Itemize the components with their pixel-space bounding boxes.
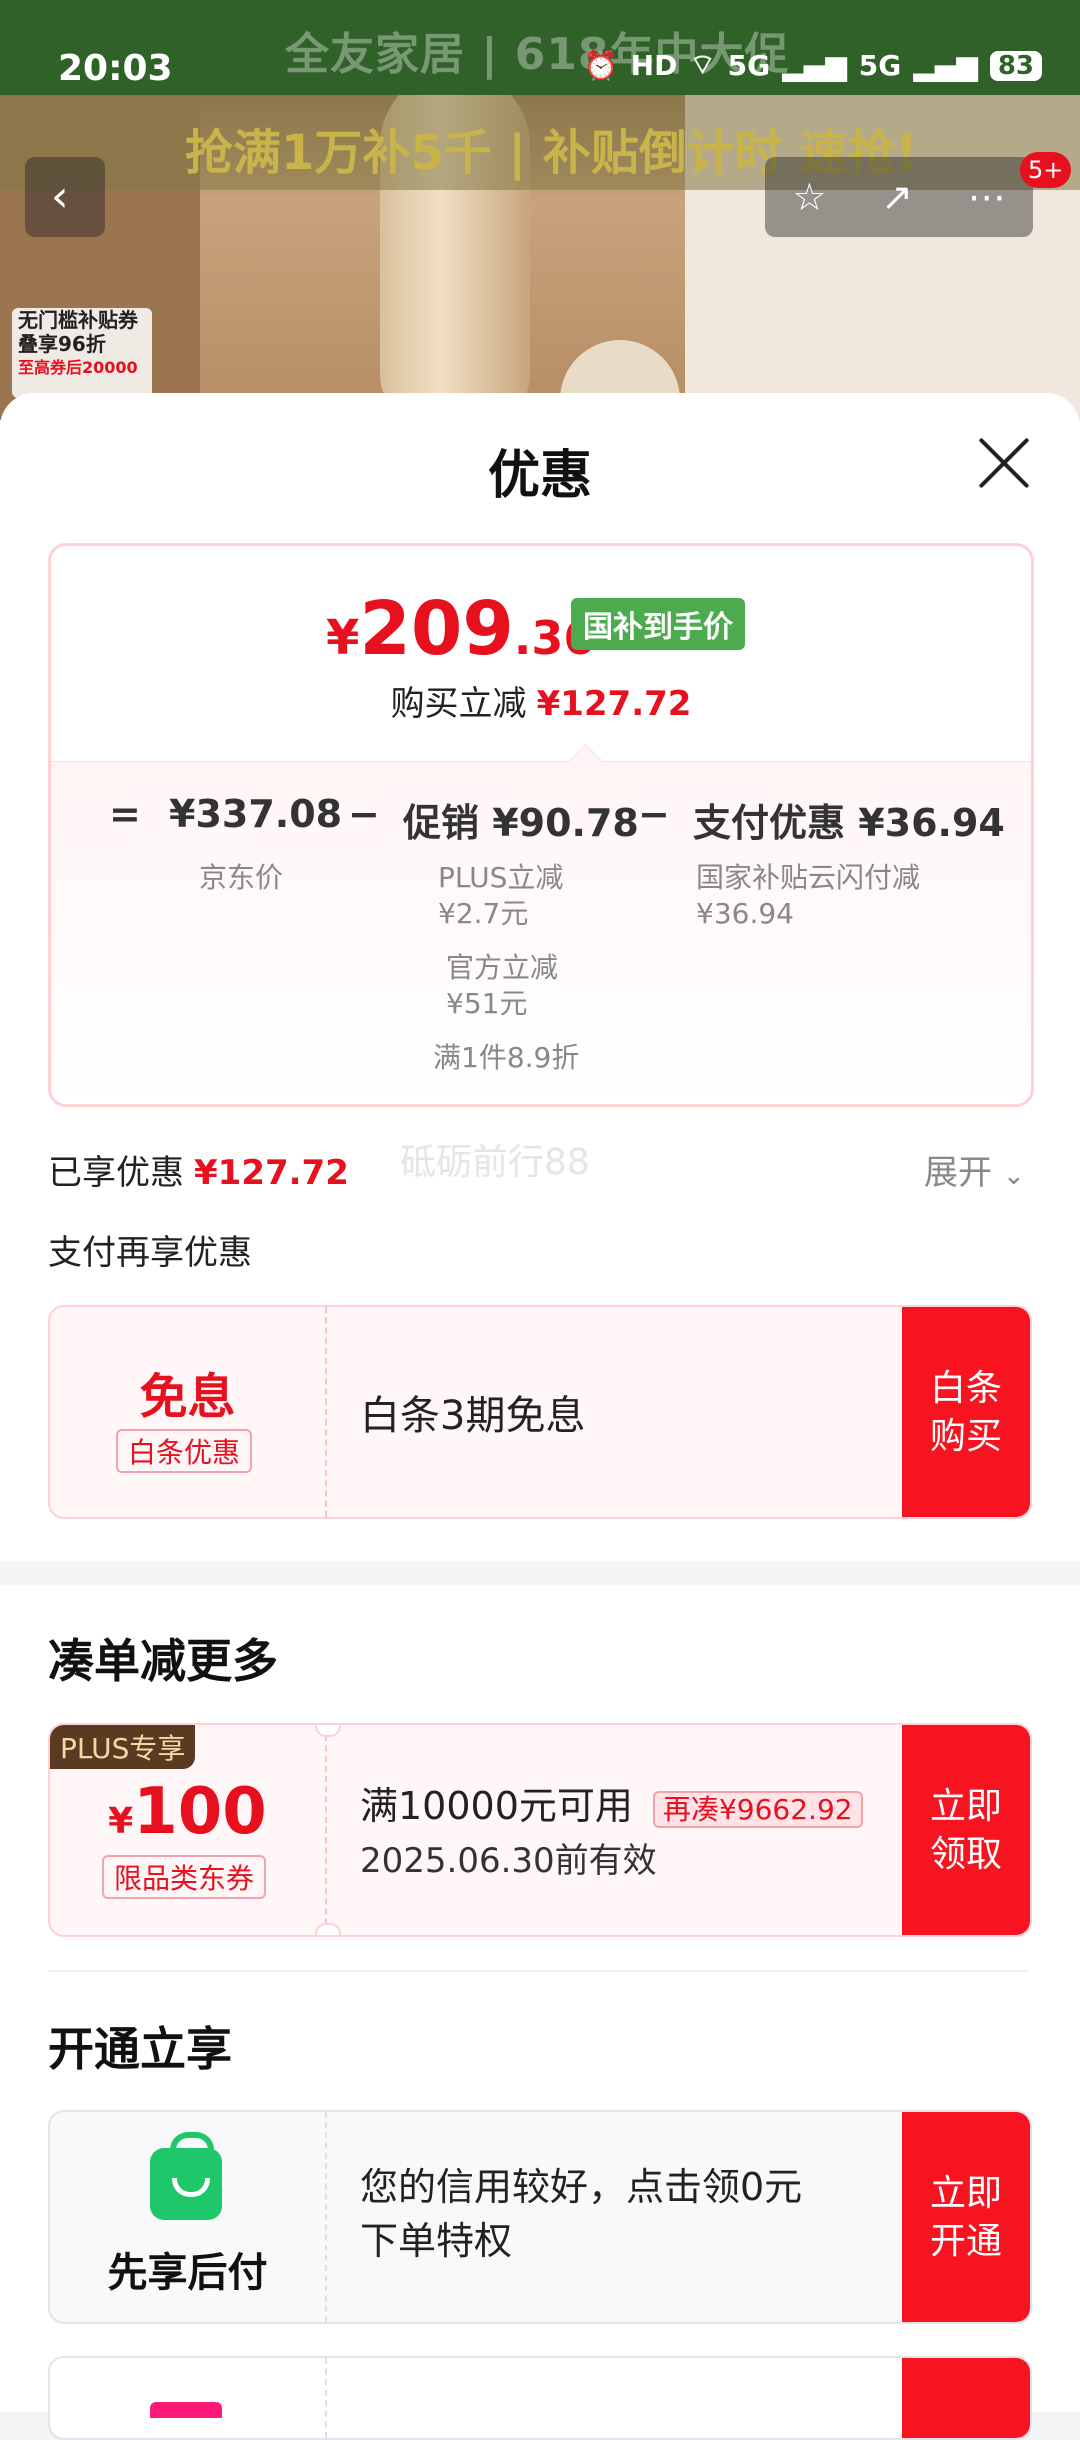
promo-plus-label: PLUS立减 [438, 861, 564, 894]
price-summary: ¥209.36 国补到手价 购买立减 ¥127.72 [51, 546, 1031, 761]
price-currency: ¥ [326, 610, 360, 666]
purchase-reduction: 购买立减 ¥127.72 [51, 676, 1031, 725]
pay-later-desc-line1: 您的信用较好，点击领0元 [360, 2165, 803, 2209]
sticker-line-3: 至高券后20000 [18, 358, 138, 377]
claim-line1: 立即 [929, 1786, 1002, 1827]
signal-5g-icon-2: 5G [858, 49, 902, 82]
shopping-bag-icon [150, 2132, 222, 2220]
price-calculation: = ¥337.08 京东价 − 促销 ¥90.78 PLUS立减 ¥2.7元 官… [51, 761, 1031, 1104]
share-icon[interactable]: ↗ [881, 175, 913, 219]
signal-bars-icon-1: ▂▄▆ [782, 49, 847, 82]
next-offer-card[interactable] [48, 2356, 1032, 2440]
pay-later-desc-line2: 下单特权 [360, 2219, 513, 2263]
close-button[interactable] [974, 433, 1034, 493]
price-type-badge: 国补到手价 [571, 598, 745, 650]
price-breakdown-card: ¥209.36 国补到手价 购买立减 ¥127.72 = ¥337.08 京东价 … [48, 543, 1034, 1107]
discount-sheet: 优惠 ¥209.36 国补到手价 购买立减 ¥127.72 = ¥337.08 京… [0, 393, 1080, 2440]
plus-exclusive-tag: PLUS专享 [50, 1725, 196, 1769]
section-divider [0, 1561, 1080, 1585]
plus-coupon-card[interactable]: PLUS专享 ¥100 限品类东券 满10000元可用 再凑¥9662.92 2… [48, 1723, 1032, 1937]
baitiao-offer-card[interactable]: 免息 白条优惠 白条3期免息 白条 购买 [48, 1305, 1032, 1519]
coupon-value: ¥100 [50, 1775, 325, 1849]
hd-icon: HD [630, 49, 678, 82]
coupon-gap-badge: 再凑¥9662.92 [652, 1791, 863, 1828]
price-integer: 209 [359, 586, 514, 672]
reduction-label: 购买立减 [390, 684, 527, 724]
coupon-left: PLUS专享 ¥100 限品类东券 [50, 1725, 327, 1935]
activate-line1: 立即 [929, 2173, 1002, 2214]
promo-plus-value: ¥2.7元 [438, 897, 529, 930]
section-heading-more: 凑单减更多 [48, 1634, 278, 1688]
message-badge: 5+ [1020, 152, 1072, 188]
next-offer-button[interactable] [902, 2358, 1030, 2438]
subsidy-coupon-sticker: 无门槛补贴券 叠享96折 至高券后20000 [12, 308, 152, 398]
sticker-line-2: 叠享96折 [18, 332, 106, 356]
payment-discount-value: ¥36.94 [696, 897, 794, 930]
back-button[interactable]: ‹ [25, 157, 105, 237]
expand-label: 展开 [924, 1153, 992, 1193]
coupon-notch-bottom [315, 1923, 341, 1935]
coupon-currency: ¥ [108, 1801, 134, 1842]
pay-later-name: 先享后付 [107, 2250, 268, 2296]
coupon-notch-top [315, 1725, 341, 1737]
claim-line2: 领取 [929, 1834, 1002, 1875]
sheet-title: 优惠 [487, 446, 592, 506]
chevron-left-icon: ‹ [51, 171, 69, 222]
final-price: ¥209.36 [326, 586, 595, 672]
baitiao-desc: 白条3期免息 [360, 1393, 586, 1439]
watermark: 砥砺前行88 [400, 1142, 590, 1183]
next-offer-icon [150, 2402, 222, 2418]
activate-line2: 开通 [929, 2221, 1002, 2262]
baitiao-buy-button[interactable]: 白条 购买 [902, 1307, 1030, 1517]
more-icon[interactable]: ⋯ [968, 175, 1006, 219]
pay-later-desc: 您的信用较好，点击领0元 下单特权 [360, 2160, 802, 2268]
equals-sign: = [109, 792, 141, 836]
enjoyed-discount: 已享优惠 ¥127.72 [48, 1145, 349, 1194]
wifi-icon: ⌔ [689, 48, 716, 81]
status-icons: ⏰ HD ⌔ 5G ▂▄▆ 5G ▂▄▆ 83 [584, 48, 1042, 83]
promo-official-value: ¥51元 [446, 987, 528, 1020]
baitiao-tag: 白条优惠 [116, 1429, 253, 1473]
baitiao-buy-line1: 白条 [929, 1368, 1002, 1409]
status-time: 20:03 [58, 48, 173, 89]
next-offer-left [50, 2358, 327, 2438]
signal-5g-icon-1: 5G [727, 49, 771, 82]
status-bar: 20:03 ⏰ HD ⌔ 5G ▂▄▆ 5G ▂▄▆ 83 [0, 0, 1080, 140]
baitiao-left: 免息 白条优惠 [50, 1307, 327, 1517]
coupon-category-tag: 限品类东券 [102, 1855, 267, 1899]
battery-icon: 83 [989, 50, 1042, 81]
expand-toggle[interactable]: 展开 ⌄ [924, 1145, 1025, 1194]
promo-discount-rule: 满1件8.9折 [433, 1041, 580, 1074]
promo-official-label: 官方立减 [446, 951, 559, 984]
reduction-amount: ¥127.72 [536, 684, 692, 724]
payment-discount-label: 国家补贴云闪付减 [696, 861, 921, 894]
separator [48, 1970, 1028, 1972]
alarm-icon: ⏰ [583, 49, 619, 82]
promo-total: 促销 ¥90.78 [403, 801, 639, 845]
coupon-condition: 满10000元可用 [360, 1784, 633, 1828]
interest-free-label: 免息 [139, 1369, 236, 1425]
enjoyed-label: 已享优惠 [48, 1153, 184, 1193]
jd-price-label: 京东价 [199, 861, 284, 894]
coupon-condition-row: 满10000元可用 再凑¥9662.92 [360, 1775, 863, 1830]
payment-discount: 支付优惠 ¥36.94 [693, 801, 1005, 845]
coupon-amount: 100 [133, 1775, 267, 1849]
coupon-expiry: 2025.06.30前有效 [360, 1841, 657, 1881]
minus-sign-1: − [348, 792, 380, 836]
top-action-group: ☆ ↗ ⋯ [765, 157, 1033, 237]
enjoyed-amount: ¥127.72 [194, 1153, 349, 1193]
claim-coupon-button[interactable]: 立即 领取 [902, 1725, 1030, 1935]
pay-later-left: 先享后付 [50, 2112, 327, 2322]
sticker-line-1: 无门槛补贴券 [18, 308, 138, 332]
chevron-down-icon: ⌄ [1002, 1161, 1025, 1191]
pay-later-card[interactable]: 先享后付 您的信用较好，点击领0元 下单特权 立即 开通 [48, 2110, 1032, 2324]
activate-button[interactable]: 立即 开通 [902, 2112, 1030, 2322]
baitiao-buy-line2: 购买 [929, 1416, 1002, 1457]
signal-bars-icon-2: ▂▄▆ [913, 49, 978, 82]
section-heading-open: 开通立享 [48, 2022, 232, 2076]
jd-price: ¥337.08 [169, 792, 343, 836]
star-icon[interactable]: ☆ [792, 175, 826, 219]
minus-sign-2: − [638, 792, 670, 836]
pay-more-heading: 支付再享优惠 [48, 1233, 252, 1273]
